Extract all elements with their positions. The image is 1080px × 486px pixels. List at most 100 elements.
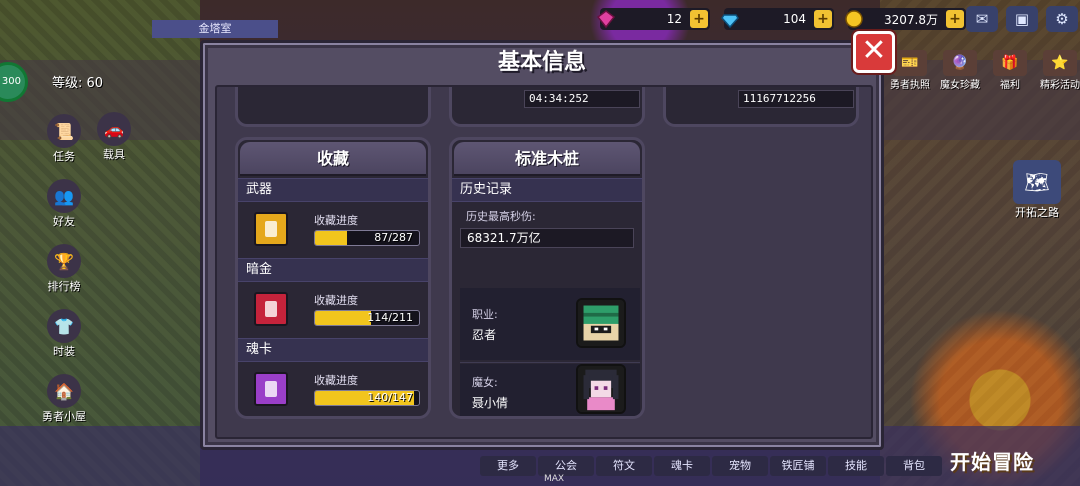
- collection-list: 武器 收藏进度 87/287 暗金 收藏进度 114/211 魂卡 收藏进度 1…: [238, 178, 428, 416]
- left-menu-label: 勇者小屋: [42, 410, 86, 423]
- add-gems-button[interactable]: +: [690, 10, 708, 28]
- modal-title: 基本信息: [497, 50, 586, 75]
- right-menu-icon: 🔮: [943, 50, 977, 76]
- left-menu-item[interactable]: 🏠 勇者小屋: [36, 372, 92, 424]
- modal-body[interactable]: 04:34:252 11167712256 收藏 武器 收藏进度 87/287 …: [215, 85, 873, 439]
- max-dps-value: 68321.7万亿: [460, 228, 634, 248]
- top-card-right: 11167712256: [663, 87, 859, 127]
- id-value: 11167712256: [738, 90, 854, 108]
- add-diamonds-button[interactable]: +: [814, 10, 832, 28]
- right-menu-icon: ⭐: [1043, 50, 1077, 76]
- pioneer-road-button[interactable]: 🗺 开拓之路: [1004, 160, 1070, 220]
- hut-icon: 🏠: [47, 374, 81, 408]
- vehicle-label: 载具: [103, 148, 125, 161]
- right-menu-item[interactable]: 🎁 福利: [988, 50, 1032, 91]
- task-scroll-icon: 📜: [47, 114, 81, 148]
- left-menu-label: 任务: [53, 150, 75, 163]
- right-menu-label: 精彩活动: [1040, 80, 1080, 91]
- job-label: 职业:: [472, 308, 498, 321]
- collection-item-icon: [254, 212, 288, 246]
- right-menu-label: 魔女珍藏: [940, 80, 980, 91]
- player-level: 等级: 60: [52, 76, 104, 91]
- time-value: 04:34:252: [524, 90, 640, 108]
- progress-text: 114/211: [367, 311, 413, 324]
- left-menu-label: 时装: [53, 345, 75, 358]
- collection-panel: 收藏 武器 收藏进度 87/287 暗金 收藏进度 114/211 魂卡 收藏进…: [235, 137, 431, 419]
- bottom-nav-button[interactable]: 公会: [538, 456, 594, 476]
- collection-row[interactable]: 收藏进度 87/287: [238, 202, 428, 258]
- left-menu-item[interactable]: 👥 好友: [36, 177, 92, 229]
- bottom-nav-button[interactable]: 更多: [480, 456, 536, 476]
- add-gold-button[interactable]: +: [946, 10, 964, 28]
- progress-text: 87/287: [374, 231, 413, 244]
- close-button[interactable]: ✕: [853, 31, 895, 73]
- right-menu-item[interactable]: ⭐ 精彩活动: [1038, 50, 1080, 91]
- collection-row[interactable]: 收藏进度 140/147: [238, 362, 428, 416]
- top-card-middle: 04:34:252: [449, 87, 645, 127]
- right-menu-label: 勇者执照: [890, 80, 930, 91]
- gems-value: 12: [666, 12, 682, 26]
- progress-text: 140/147: [367, 391, 413, 404]
- gold-counter: 3207.8万 +: [845, 8, 966, 30]
- history-header: 历史记录: [452, 178, 642, 202]
- max-label: MAX: [544, 474, 565, 484]
- left-menu-item[interactable]: 🏆 排行榜: [36, 242, 92, 294]
- diamonds-value: 104: [783, 12, 806, 26]
- left-menu-item[interactable]: 📜 任务: [36, 112, 92, 164]
- collection-category: 暗金: [238, 258, 428, 282]
- map-icon: 🗺: [1013, 160, 1061, 204]
- photo-icon[interactable]: ▣: [1006, 6, 1038, 32]
- training-dummy-panel: 标准木桩 历史记录 历史最高秒伤: 68321.7万亿 职业: 忍者 魔女: 聂…: [449, 137, 645, 419]
- collection-item-icon: [254, 372, 288, 406]
- bottom-nav-button[interactable]: 宠物: [712, 456, 768, 476]
- collection-progress-bar: 140/147: [314, 390, 420, 406]
- job-value: 忍者: [472, 328, 497, 342]
- collection-title: 收藏: [240, 142, 426, 176]
- job-box: 职业: 忍者: [460, 288, 640, 360]
- bottom-nav-button[interactable]: 背包: [886, 456, 942, 476]
- location-ribbon: 金塔室: [152, 20, 278, 38]
- witch-portrait-icon: [576, 364, 626, 414]
- vehicle-button[interactable]: 🚗 载具: [94, 112, 134, 162]
- bottom-nav-button[interactable]: 技能: [828, 456, 884, 476]
- diamonds-counter: 104 +: [721, 8, 834, 30]
- bottom-nav-button[interactable]: 铁匠铺: [770, 456, 826, 476]
- settings-icon[interactable]: ⚙: [1046, 6, 1078, 32]
- left-menu: 📜 任务 👥 好友 🏆 排行榜 👕 时装 🏠 勇者小屋: [36, 112, 92, 437]
- start-adventure-button[interactable]: 开始冒险: [950, 446, 1034, 475]
- right-menu-label: 福利: [1000, 80, 1020, 91]
- pioneer-road-label: 开拓之路: [1015, 206, 1059, 219]
- leaderboard-icon: 🏆: [47, 244, 81, 278]
- collection-category: 魂卡: [238, 338, 428, 362]
- ninja-portrait-icon: [576, 298, 626, 348]
- witch-box: 魔女: 聂小倩: [460, 364, 640, 416]
- pink-gem-icon: [596, 10, 616, 29]
- right-menu-icon: 🎁: [993, 50, 1027, 76]
- top-icon-bar: ✉ ▣ ⚙: [966, 6, 1078, 32]
- costume-icon: 👕: [47, 309, 81, 343]
- witch-label: 魔女:: [472, 376, 498, 389]
- witch-value: 聂小倩: [472, 396, 509, 410]
- friends-icon: 👥: [47, 179, 81, 213]
- collection-item-icon: [254, 292, 288, 326]
- max-dps-label: 历史最高秒伤:: [466, 210, 536, 223]
- collection-progress-bar: 87/287: [314, 230, 420, 246]
- right-menu: 🎫 勇者执照 🔮 魔女珍藏 🎁 福利 ⭐ 精彩活动: [888, 50, 1080, 91]
- collection-row[interactable]: 收藏进度 114/211: [238, 282, 428, 338]
- right-menu-item[interactable]: 🔮 魔女珍藏: [938, 50, 982, 91]
- collection-progress-label: 收藏进度: [314, 294, 358, 307]
- collection-progress-label: 收藏进度: [314, 214, 358, 227]
- bottom-nav-button[interactable]: 符文: [596, 456, 652, 476]
- basic-info-modal: 基本信息 ✕ 04:34:252 11167712256 收藏 武器 收藏进度 …: [200, 31, 895, 450]
- right-menu-icon: 🎫: [893, 50, 927, 76]
- gold-coin-icon: [845, 10, 863, 28]
- left-menu-item[interactable]: 👕 时装: [36, 307, 92, 359]
- gems-counter: 12 +: [596, 8, 710, 30]
- collection-category: 武器: [238, 178, 428, 202]
- resource-bar: 12 + 104 + 3207.8万 +: [596, 6, 966, 32]
- mail-icon[interactable]: ✉: [966, 6, 998, 32]
- gold-value: 3207.8万: [884, 12, 938, 27]
- bottom-nav-button[interactable]: 魂卡: [654, 456, 710, 476]
- left-menu-label: 好友: [53, 215, 75, 228]
- collection-progress-bar: 114/211: [314, 310, 420, 326]
